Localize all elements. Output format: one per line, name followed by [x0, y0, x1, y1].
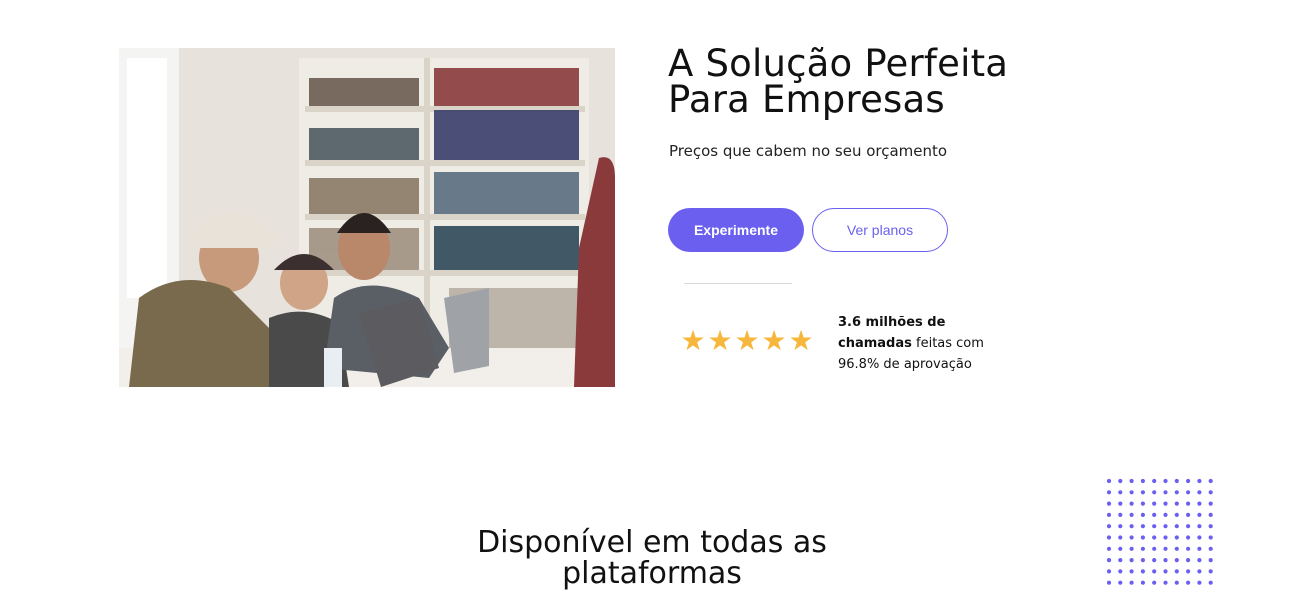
calls-stat: 3.6 milhões de chamadas feitas com 96.8%…: [838, 312, 1013, 375]
hero-photo: [119, 48, 615, 387]
star-icon: ★: [707, 324, 733, 357]
view-plans-button[interactable]: Ver planos: [812, 208, 948, 252]
platforms-title: Disponível em todas as plataformas: [477, 525, 827, 591]
star-icon: ★: [761, 324, 787, 357]
hero-subtitle: Preços que cabem no seu orçamento: [669, 142, 948, 160]
rating-stars: ★ ★ ★ ★ ★: [680, 327, 814, 355]
hero-title: A Solução Perfeita Para Empresas: [668, 42, 1009, 121]
divider: [684, 283, 792, 284]
star-icon: ★: [680, 324, 706, 357]
dot-pattern-decoration: [1106, 478, 1213, 585]
star-icon: ★: [734, 324, 760, 357]
star-icon: ★: [788, 324, 814, 357]
try-button[interactable]: Experimente: [668, 208, 804, 252]
